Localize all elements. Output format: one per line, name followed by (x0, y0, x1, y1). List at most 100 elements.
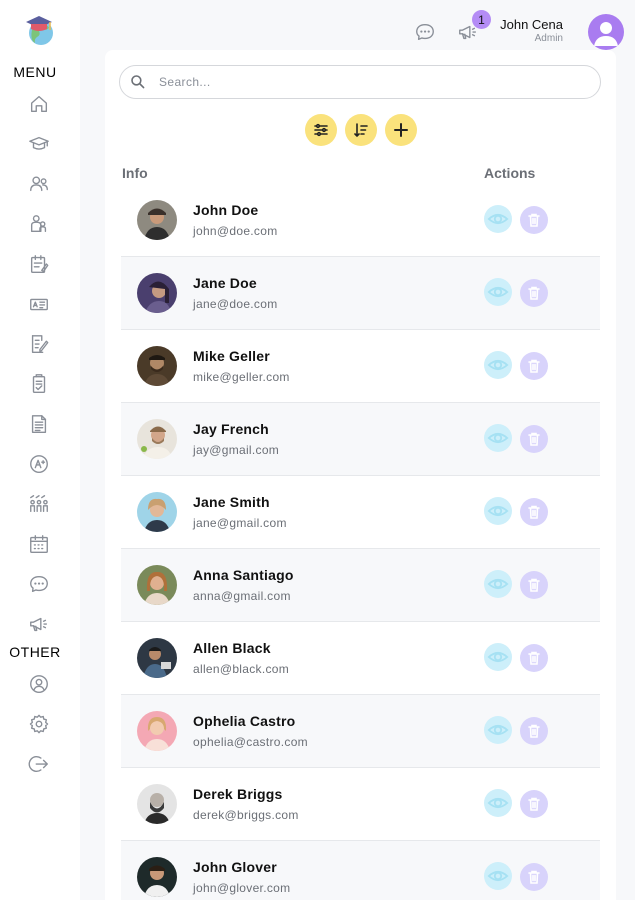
eye-icon (487, 578, 509, 590)
result-icon[interactable] (27, 452, 51, 476)
row-name: Anna Santiago (193, 567, 294, 583)
avatar (137, 711, 177, 751)
row-name: Derek Briggs (193, 786, 283, 802)
row-name: Allen Black (193, 640, 271, 656)
row-email: jane@doe.com (193, 297, 278, 311)
eye-icon (487, 286, 509, 298)
row-name: Ophelia Castro (193, 713, 296, 729)
menu-section-title: MENU (13, 64, 57, 80)
eye-icon (487, 651, 509, 663)
row-email: jane@gmail.com (193, 516, 287, 530)
graduation-cap-icon[interactable] (27, 132, 51, 156)
calendar-icon[interactable] (27, 532, 51, 556)
class-icon[interactable] (27, 492, 51, 516)
trash-icon (528, 578, 540, 592)
table-row: Jane Doe jane@doe.com (121, 257, 600, 330)
delete-button[interactable] (520, 498, 548, 526)
sort-button[interactable] (345, 114, 377, 146)
view-button[interactable] (484, 643, 512, 671)
user-role: Admin (534, 33, 563, 44)
view-button[interactable] (484, 351, 512, 379)
teacher-list: John Doe john@doe.com Jane Doe jane@doe.… (121, 184, 600, 900)
delete-button[interactable] (520, 571, 548, 599)
avatar (137, 200, 177, 240)
trash-icon (528, 432, 540, 446)
delete-button[interactable] (520, 790, 548, 818)
sort-icon (354, 123, 368, 138)
report-icon[interactable] (27, 412, 51, 436)
table-row: Anna Santiago anna@gmail.com (121, 549, 600, 622)
row-name: John Glover (193, 859, 277, 875)
add-button[interactable] (385, 114, 417, 146)
row-email: john@doe.com (193, 224, 278, 238)
avatar (137, 857, 177, 897)
message-icon[interactable] (27, 572, 51, 596)
delete-button[interactable] (520, 279, 548, 307)
trash-icon (528, 213, 540, 227)
search-input[interactable] (159, 75, 579, 89)
row-email: mike@geller.com (193, 370, 290, 384)
filter-icon (314, 123, 328, 137)
plus-icon (394, 123, 408, 137)
view-button[interactable] (484, 862, 512, 890)
delete-button[interactable] (520, 352, 548, 380)
column-header-actions: Actions (484, 165, 536, 181)
row-name: Jane Doe (193, 275, 257, 291)
school-logo-icon[interactable] (22, 12, 58, 48)
row-email: ophelia@castro.com (193, 735, 308, 749)
messages-icon[interactable] (413, 20, 437, 44)
eye-icon (487, 505, 509, 517)
home-icon[interactable] (27, 92, 51, 116)
row-name: Mike Geller (193, 348, 270, 364)
table-row: Mike Geller mike@geller.com (121, 330, 600, 403)
row-email: allen@black.com (193, 662, 290, 676)
avatar (137, 784, 177, 824)
view-button[interactable] (484, 716, 512, 744)
teachers-list-card: Info Actions John Doe john@doe.com Jane … (105, 50, 616, 900)
view-button[interactable] (484, 789, 512, 817)
delete-button[interactable] (520, 863, 548, 891)
avatar (137, 638, 177, 678)
settings-icon[interactable] (27, 712, 51, 736)
avatar (137, 346, 177, 386)
view-button[interactable] (484, 424, 512, 452)
schedule-icon[interactable] (27, 252, 51, 276)
eye-icon (487, 213, 509, 225)
row-name: John Doe (193, 202, 259, 218)
view-button[interactable] (484, 570, 512, 598)
row-name: Jane Smith (193, 494, 270, 510)
filter-button[interactable] (305, 114, 337, 146)
search-bar[interactable] (119, 65, 601, 99)
exam-icon[interactable] (27, 372, 51, 396)
id-card-icon[interactable] (27, 292, 51, 316)
profile-icon[interactable] (27, 672, 51, 696)
avatar (137, 419, 177, 459)
sidebar: MENU OTHER (0, 0, 80, 900)
view-button[interactable] (484, 205, 512, 233)
trash-icon (528, 505, 540, 519)
user-avatar[interactable] (588, 14, 624, 50)
trash-icon (528, 359, 540, 373)
view-button[interactable] (484, 278, 512, 306)
trash-icon (528, 797, 540, 811)
delete-button[interactable] (520, 717, 548, 745)
eye-icon (487, 724, 509, 736)
avatar (137, 565, 177, 605)
avatar (137, 492, 177, 532)
delete-button[interactable] (520, 644, 548, 672)
row-name: Jay French (193, 421, 269, 437)
logout-icon[interactable] (27, 752, 51, 776)
users-icon[interactable] (27, 172, 51, 196)
announcement-icon[interactable] (27, 612, 51, 636)
table-row: Allen Black allen@black.com (121, 622, 600, 695)
column-header-info: Info (122, 165, 148, 181)
document-edit-icon[interactable] (27, 332, 51, 356)
notification-badge: 1 (472, 10, 491, 29)
view-button[interactable] (484, 497, 512, 525)
trash-icon (528, 286, 540, 300)
delete-button[interactable] (520, 425, 548, 453)
parent-icon[interactable] (27, 212, 51, 236)
trash-icon (528, 724, 540, 738)
eye-icon (487, 797, 509, 809)
delete-button[interactable] (520, 206, 548, 234)
